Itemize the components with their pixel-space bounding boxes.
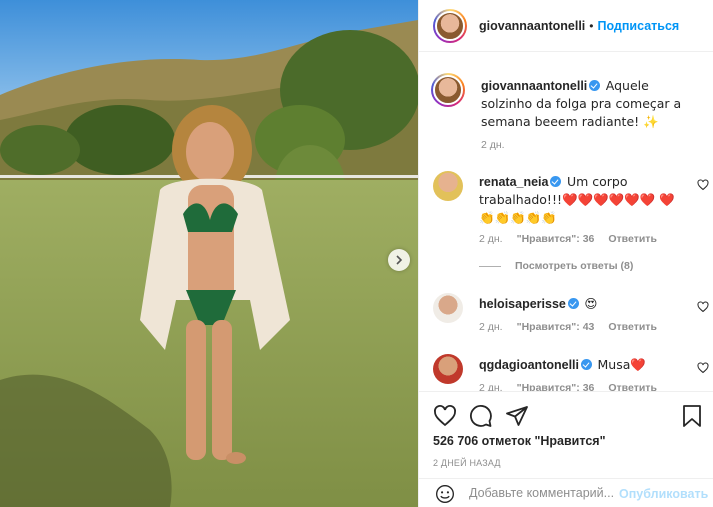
comment-username[interactable]: heloisaperisse: [479, 297, 566, 311]
photo-image: [0, 0, 418, 507]
like-comment-heart-icon[interactable]: [697, 362, 709, 374]
like-heart-icon[interactable]: [433, 404, 457, 428]
like-comment-heart-icon[interactable]: [697, 301, 709, 313]
reply-button[interactable]: Ответить: [608, 233, 657, 245]
comment-meta: 2 дн. "Нравится": 36 Ответить: [479, 382, 657, 391]
comment-time[interactable]: 2 дн.: [479, 233, 503, 245]
comment-icon[interactable]: [469, 404, 493, 428]
comment-time[interactable]: 2 дн.: [479, 321, 503, 333]
commenter-avatar[interactable]: [433, 293, 463, 323]
commenter-avatar[interactable]: [433, 171, 463, 201]
reply-button[interactable]: Ответить: [608, 382, 657, 391]
comment-meta: 2 дн. "Нравится": 36 Ответить: [479, 233, 657, 245]
comment-text: Musa❤️: [597, 357, 646, 372]
verified-badge-icon: [550, 176, 562, 187]
post-panel: giovannaantonelli • Подписаться giovanna…: [418, 0, 713, 507]
caption-meta: 2 дн.: [481, 139, 505, 151]
chevron-right-icon: [396, 255, 403, 265]
comment-likes[interactable]: "Нравится": 36: [517, 233, 595, 245]
verified-badge-icon: [581, 359, 592, 370]
verified-badge-icon: [589, 80, 601, 91]
comment-username[interactable]: renata_neia: [479, 175, 548, 189]
publish-button[interactable]: Опубликовать: [619, 487, 708, 501]
like-comment-heart-icon[interactable]: [697, 179, 709, 191]
share-icon[interactable]: [505, 404, 529, 428]
caption-username[interactable]: giovannaantonelli: [481, 79, 587, 93]
view-replies-label: Посмотреть ответы (8): [515, 260, 634, 272]
comment-time[interactable]: 2 дн.: [479, 382, 503, 391]
post-photo[interactable]: [0, 0, 418, 507]
likes-count[interactable]: 526 706 отметок "Нравится": [433, 434, 606, 448]
post-actions: 526 706 отметок "Нравится" 2 ДНЕЙ НАЗАД …: [419, 391, 713, 507]
comment-username[interactable]: qgdagioantonelli: [479, 358, 579, 372]
emoji-icon[interactable]: [435, 484, 455, 504]
follow-button[interactable]: Подписаться: [597, 19, 679, 33]
comments-list[interactable]: giovannaantonelli Aquele solzinho da fol…: [419, 53, 713, 391]
caption-time[interactable]: 2 дн.: [481, 139, 505, 151]
caption-avatar[interactable]: [431, 73, 465, 107]
replies-divider: [479, 265, 501, 267]
post-header: giovannaantonelli • Подписаться: [419, 0, 713, 52]
comment-text: 😍: [584, 296, 598, 311]
comment-likes[interactable]: "Нравится": 36: [517, 382, 595, 391]
next-photo-button[interactable]: [388, 249, 410, 271]
bookmark-icon[interactable]: [681, 404, 703, 428]
add-comment-bar: Опубликовать: [419, 478, 713, 507]
reply-button[interactable]: Ответить: [608, 321, 657, 333]
header-separator: •: [589, 18, 594, 33]
comment-meta: 2 дн. "Нравится": 43 Ответить: [479, 321, 657, 333]
commenter-avatar[interactable]: [433, 354, 463, 384]
author-avatar[interactable]: [433, 8, 467, 43]
view-replies-button[interactable]: Посмотреть ответы (8): [479, 260, 633, 272]
post-timestamp[interactable]: 2 ДНЕЙ НАЗАД: [433, 458, 501, 468]
comment-likes[interactable]: "Нравится": 43: [517, 321, 595, 333]
comment-input[interactable]: [469, 486, 617, 500]
author-username[interactable]: giovannaantonelli: [479, 19, 585, 33]
verified-badge-icon: [567, 298, 579, 309]
